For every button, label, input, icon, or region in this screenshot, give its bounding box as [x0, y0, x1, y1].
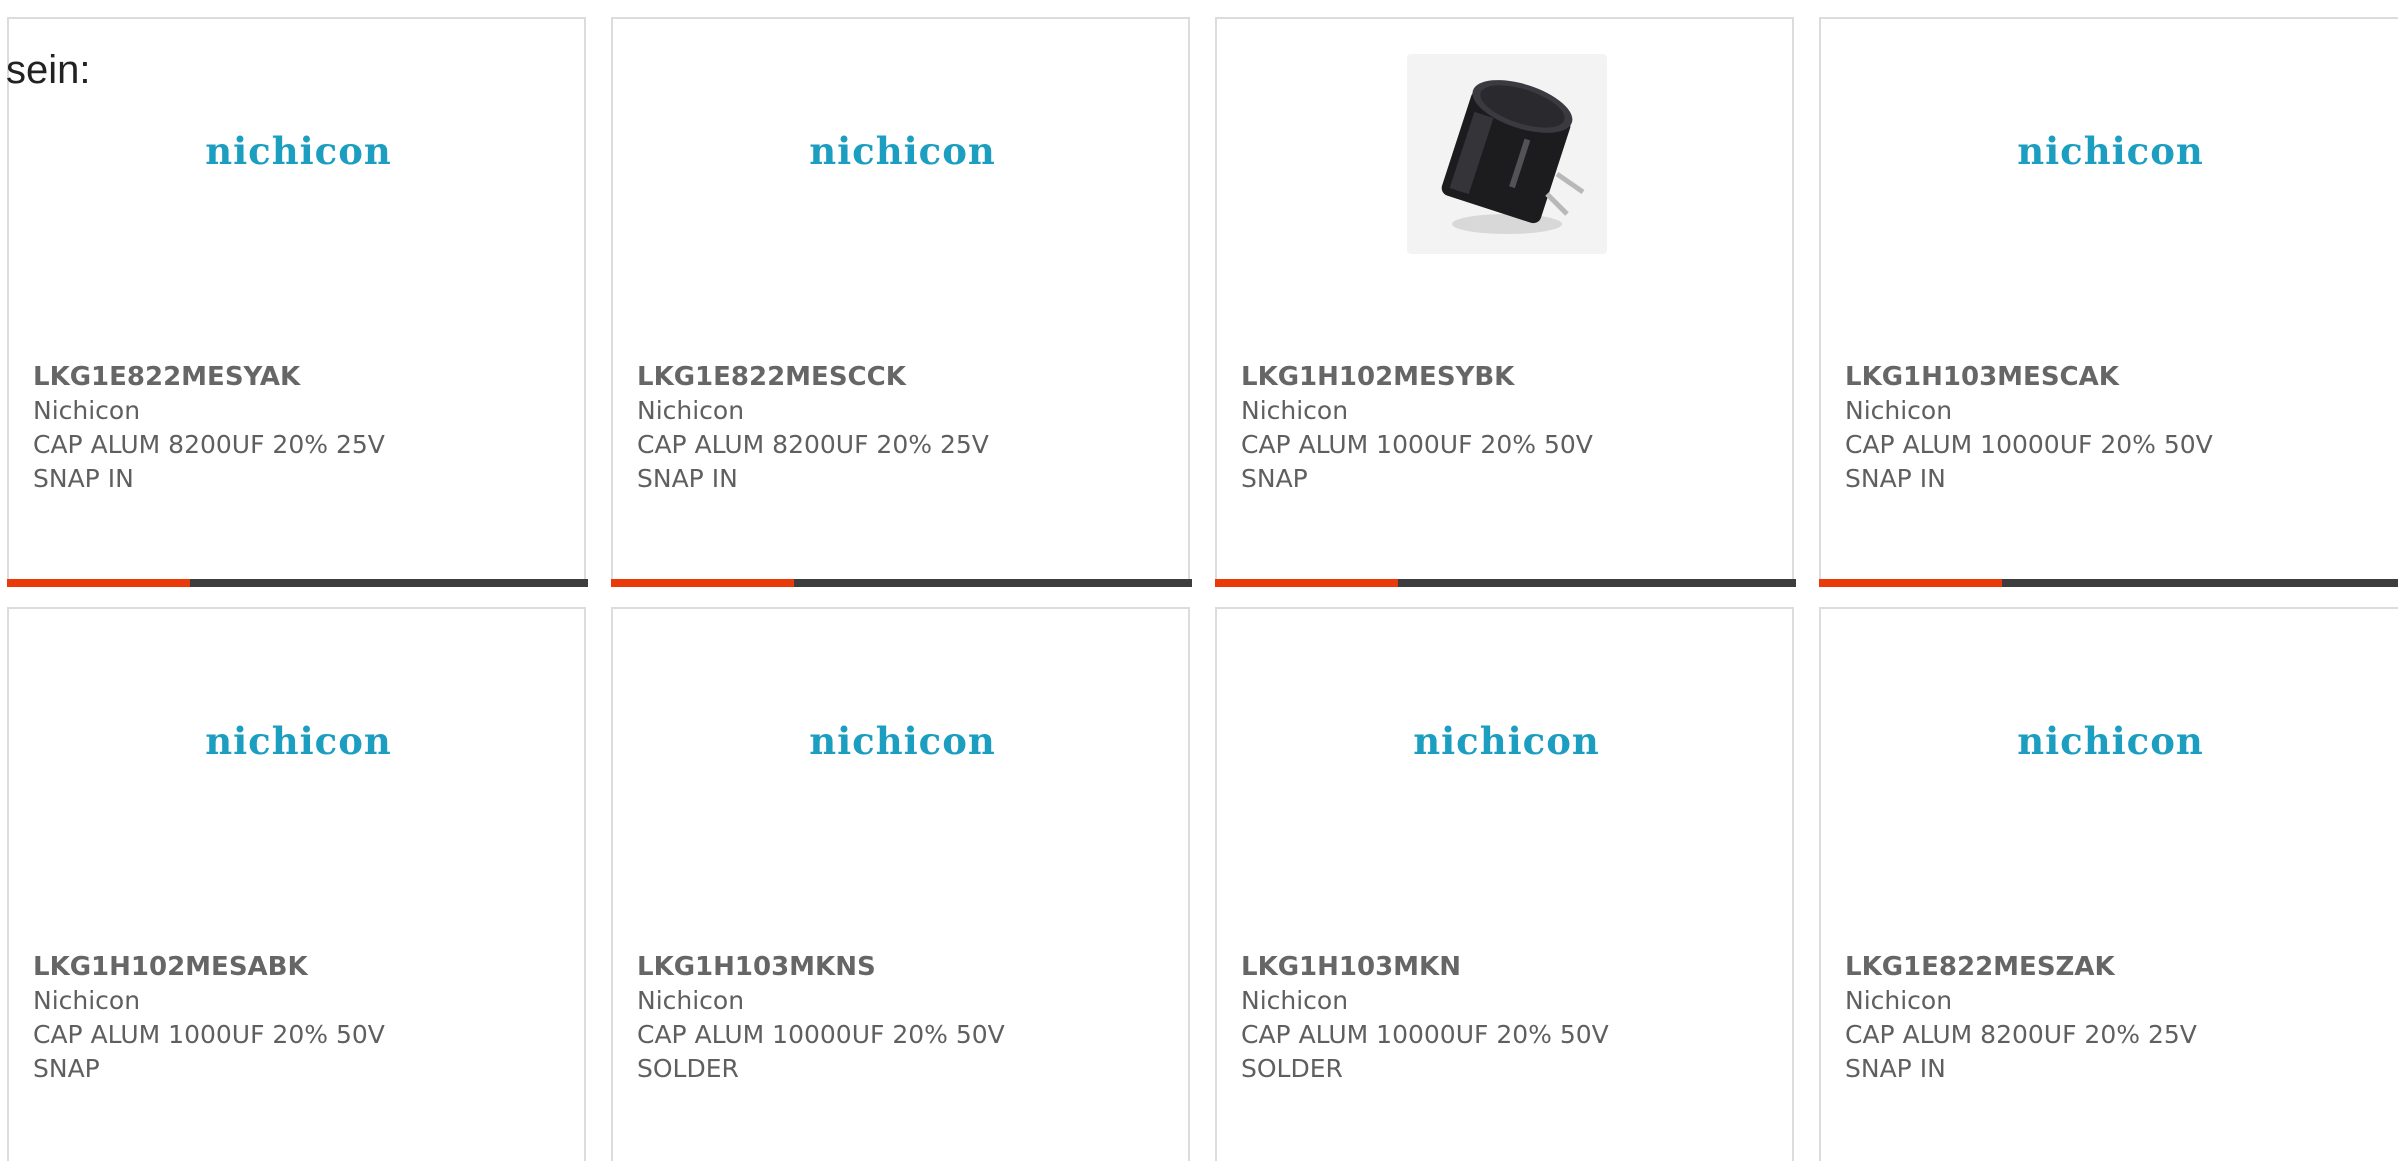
manufacturer-name: Nichicon [33, 986, 141, 1015]
part-number-link[interactable]: LKG1H103MESCAK [1845, 360, 2213, 394]
card-bottom-bar [611, 579, 1192, 587]
product-info: LKG1H103MKNS Nichicon CAP ALUM 10000UF 2… [637, 950, 1005, 1086]
product-card[interactable]: LKG1H102MESYBK Nichicon CAP ALUM 1000UF … [1215, 17, 1796, 587]
description-line: SOLDER [1241, 1054, 1343, 1083]
description-line: CAP ALUM 1000UF 20% 50V [33, 1020, 385, 1049]
product-image[interactable]: nichicon [613, 681, 1192, 801]
product-image[interactable]: nichicon [1217, 681, 1796, 801]
part-number-link[interactable]: LKG1E822MESZAK [1845, 950, 2197, 984]
description-line: CAP ALUM 10000UF 20% 50V [1845, 430, 2213, 459]
product-grid: nichicon LKG1E822MESYAK Nichicon CAP ALU… [7, 17, 2398, 1161]
manufacturer-name: Nichicon [637, 986, 745, 1015]
description-line: SNAP IN [1845, 464, 1946, 493]
description-line: CAP ALUM 8200UF 20% 25V [637, 430, 989, 459]
nichicon-logo: nichicon [809, 719, 996, 763]
part-number-link[interactable]: LKG1E822MESCCK [637, 360, 989, 394]
card-bottom-bar [7, 579, 588, 587]
card-accent-bar [611, 579, 794, 587]
description-line: SNAP [33, 1054, 100, 1083]
product-info: LKG1E822MESYAK Nichicon CAP ALUM 8200UF … [33, 360, 385, 496]
description-line: SNAP IN [1845, 1054, 1946, 1083]
manufacturer-name: Nichicon [1241, 986, 1349, 1015]
product-image[interactable]: nichicon [9, 91, 588, 211]
nichicon-logo: nichicon [205, 719, 392, 763]
manufacturer-name: Nichicon [33, 396, 141, 425]
product-image[interactable]: nichicon [613, 91, 1192, 211]
card-accent-bar [1215, 579, 1398, 587]
nichicon-logo: nichicon [2017, 129, 2204, 173]
product-card[interactable]: nichicon LKG1H102MESABK Nichicon CAP ALU… [7, 607, 586, 1161]
description-line: SNAP [1241, 464, 1308, 493]
description-line: CAP ALUM 10000UF 20% 50V [637, 1020, 1005, 1049]
product-card[interactable]: nichicon LKG1E822MESCCK Nichicon CAP ALU… [611, 17, 1192, 587]
product-image[interactable]: nichicon [9, 681, 588, 801]
product-card[interactable]: nichicon LKG1H103MKNS Nichicon CAP ALUM … [611, 607, 1190, 1161]
description-line: CAP ALUM 1000UF 20% 50V [1241, 430, 1593, 459]
description-line: CAP ALUM 8200UF 20% 25V [33, 430, 385, 459]
product-image[interactable] [1217, 54, 1796, 254]
card-accent-bar [7, 579, 190, 587]
product-card[interactable]: nichicon LKG1E822MESYAK Nichicon CAP ALU… [7, 17, 588, 587]
card-accent-bar [1819, 579, 2002, 587]
capacitor-photo [1406, 54, 1607, 254]
manufacturer-name: Nichicon [1845, 986, 1953, 1015]
nichicon-logo: nichicon [809, 129, 996, 173]
nichicon-logo: nichicon [2017, 719, 2204, 763]
description-line: SNAP IN [33, 464, 134, 493]
part-number-link[interactable]: LKG1H103MKN [1241, 950, 1609, 984]
part-number-link[interactable]: LKG1H103MKNS [637, 950, 1005, 984]
manufacturer-name: Nichicon [1845, 396, 1953, 425]
description-line: SOLDER [637, 1054, 739, 1083]
product-image[interactable]: nichicon [1821, 681, 2398, 801]
description-line: SNAP IN [637, 464, 738, 493]
card-bottom-bar [1215, 579, 1796, 587]
product-card[interactable]: nichicon LKG1E822MESZAK Nichicon CAP ALU… [1819, 607, 2398, 1161]
intro-text: sein: [6, 48, 91, 92]
nichicon-logo: nichicon [1413, 719, 1600, 763]
product-info: LKG1H103MESCAK Nichicon CAP ALUM 10000UF… [1845, 360, 2213, 496]
product-card[interactable]: nichicon LKG1H103MESCAK Nichicon CAP ALU… [1819, 17, 2398, 587]
manufacturer-name: Nichicon [1241, 396, 1349, 425]
manufacturer-name: Nichicon [637, 396, 745, 425]
product-info: LKG1H102MESABK Nichicon CAP ALUM 1000UF … [33, 950, 385, 1086]
product-info: LKG1H102MESYBK Nichicon CAP ALUM 1000UF … [1241, 360, 1593, 496]
card-bottom-bar [1819, 579, 2398, 587]
part-number-link[interactable]: LKG1H102MESABK [33, 950, 385, 984]
product-info: LKG1E822MESZAK Nichicon CAP ALUM 8200UF … [1845, 950, 2197, 1086]
product-info: LKG1E822MESCCK Nichicon CAP ALUM 8200UF … [637, 360, 989, 496]
product-card[interactable]: nichicon LKG1H103MKN Nichicon CAP ALUM 1… [1215, 607, 1794, 1161]
nichicon-logo: nichicon [205, 129, 392, 173]
part-number-link[interactable]: LKG1H102MESYBK [1241, 360, 1593, 394]
part-number-link[interactable]: LKG1E822MESYAK [33, 360, 385, 394]
product-image[interactable]: nichicon [1821, 91, 2398, 211]
product-info: LKG1H103MKN Nichicon CAP ALUM 10000UF 20… [1241, 950, 1609, 1086]
description-line: CAP ALUM 8200UF 20% 25V [1845, 1020, 2197, 1049]
description-line: CAP ALUM 10000UF 20% 50V [1241, 1020, 1609, 1049]
